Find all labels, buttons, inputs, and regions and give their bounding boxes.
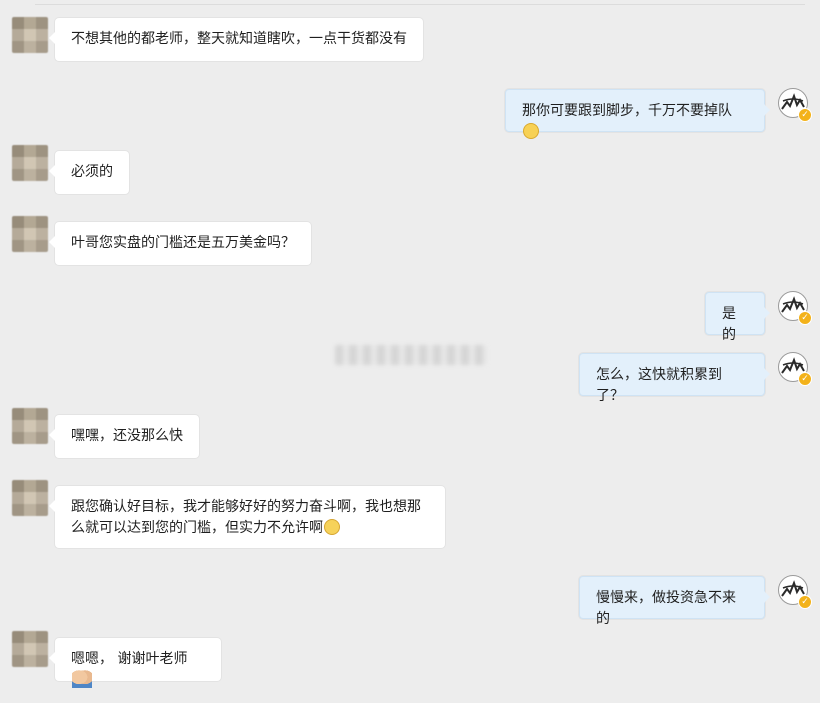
message-bubble-received[interactable]: 叶哥您实盘的门槛还是五万美金吗？ [49,222,311,265]
message-text: 叶哥您实盘的门槛还是五万美金吗？ [71,235,295,251]
flushed-face-icon [324,519,340,535]
contact-avatar[interactable] [12,631,48,667]
message-text: 跟您确认好目标，我才能够好好的努力奋斗啊，我也想那么就可以达到您的门槛，但实力不… [71,499,421,536]
sweat-smile-icon [523,123,539,139]
message-text: 那你可要跟到脚步，千万不要掉队 [522,103,732,119]
own-avatar[interactable]: ✓ [778,291,812,325]
own-avatar[interactable]: ✓ [778,575,812,609]
contact-avatar[interactable] [12,408,48,444]
message-text: 嗯嗯， 谢谢叶老师 [71,651,188,667]
contact-avatar[interactable] [12,17,48,53]
verified-badge-icon: ✓ [798,372,812,386]
own-avatar[interactable]: ✓ [778,88,812,122]
message-bubble-sent[interactable]: 那你可要跟到脚步，千万不要掉队 [505,89,770,139]
message-bubble-received[interactable]: 不想其他的都老师，整天就知道瞎吹，一点干货都没有 [49,18,423,61]
message-bubble-sent[interactable]: 是的 [705,292,770,343]
contact-avatar[interactable] [12,480,48,516]
message-bubble-sent[interactable]: 怎么，这快就积累到了？ [579,353,770,404]
message-bubble-received[interactable]: 嗯嗯， 谢谢叶老师 [49,638,221,688]
message-bubble-received[interactable]: 必须的 [49,151,129,194]
message-text: 不想其他的都老师，整天就知道瞎吹，一点干货都没有 [71,31,407,47]
verified-badge-icon: ✓ [798,108,812,122]
message-text: 必须的 [71,164,113,180]
message-text: 是的 [722,306,736,343]
folded-hands-icon [72,670,92,688]
top-divider [35,4,805,5]
message-bubble-received[interactable]: 嘿嘿，还没那么快 [49,415,199,458]
message-bubble-sent[interactable]: 慢慢来，做投资急不来的 [579,576,770,627]
contact-avatar[interactable] [12,145,48,181]
verified-badge-icon: ✓ [798,595,812,609]
message-text: 嘿嘿，还没那么快 [71,428,183,444]
own-avatar[interactable]: ✓ [778,352,812,386]
verified-badge-icon: ✓ [798,311,812,325]
message-text: 慢慢来，做投资急不来的 [596,590,736,627]
blurred-system-text [335,345,487,365]
message-bubble-received[interactable]: 跟您确认好目标，我才能够好好的努力奋斗啊，我也想那么就可以达到您的门槛，但实力不… [49,486,445,548]
message-text: 怎么，这快就积累到了？ [596,367,722,404]
contact-avatar[interactable] [12,216,48,252]
